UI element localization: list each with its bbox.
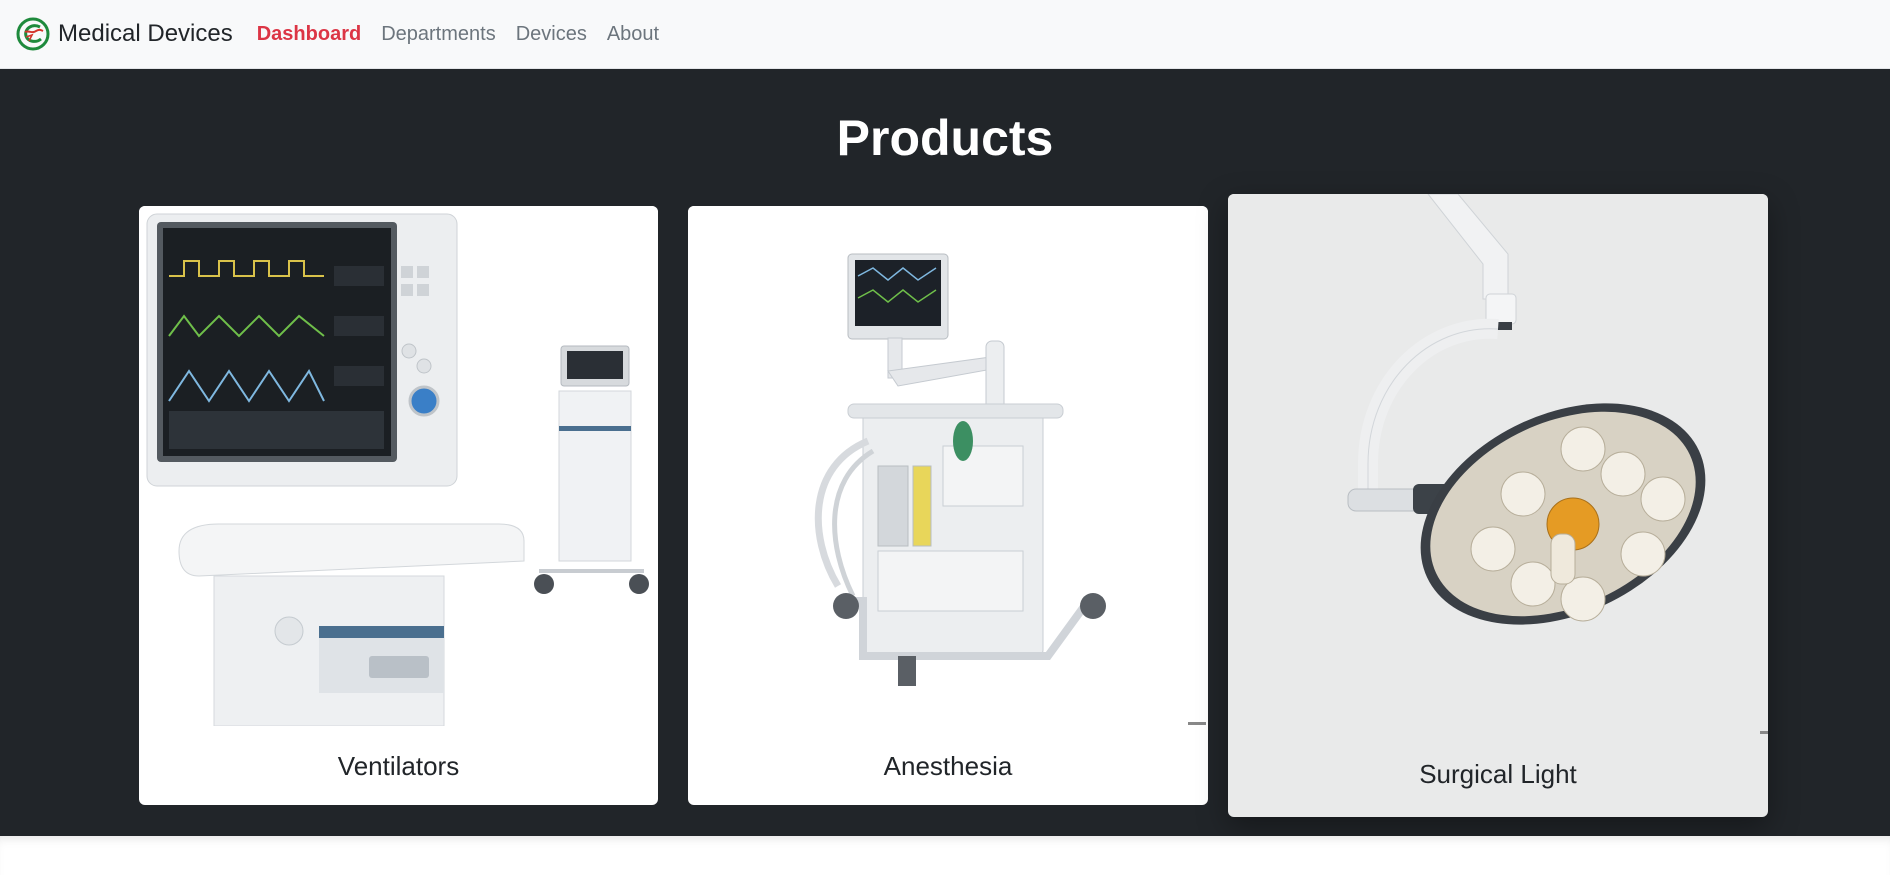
nav-dashboard[interactable]: Dashboard: [257, 23, 361, 46]
products-title: Products: [836, 110, 1054, 166]
top-navbar: Medical Devices Dashboard Departments De…: [0, 0, 1890, 69]
scroll-indicator-2: [1760, 731, 1768, 734]
nav-devices[interactable]: Devices: [516, 23, 587, 46]
page-footer-area: [0, 836, 1890, 875]
ventilator-image: [139, 206, 658, 726]
product-card-surgical-light[interactable]: Surgical Light: [1228, 194, 1768, 817]
nav-about[interactable]: About: [607, 23, 659, 46]
main-nav: Dashboard Departments Devices About: [257, 23, 679, 46]
card-title-anesthesia: Anesthesia: [883, 751, 1013, 781]
scroll-indicator: [1188, 722, 1206, 725]
anesthesia-machine-image: [688, 206, 1208, 726]
card-title-ventilators: Ventilators: [337, 751, 460, 781]
product-card-anesthesia[interactable]: Anesthesia: [688, 206, 1208, 805]
card-title-surgical-light: Surgical Light: [1419, 759, 1577, 789]
product-card-ventilators[interactable]: Ventilators: [139, 206, 658, 805]
nav-departments[interactable]: Departments: [381, 23, 496, 46]
products-section: Products Ventilators Anesthesia Surgical…: [0, 69, 1890, 836]
surgical-light-image: [1228, 194, 1768, 734]
medical-logo-icon: [16, 17, 50, 51]
brand-name: Medical Devices: [58, 20, 233, 47]
brand-link[interactable]: Medical Devices: [16, 17, 233, 51]
